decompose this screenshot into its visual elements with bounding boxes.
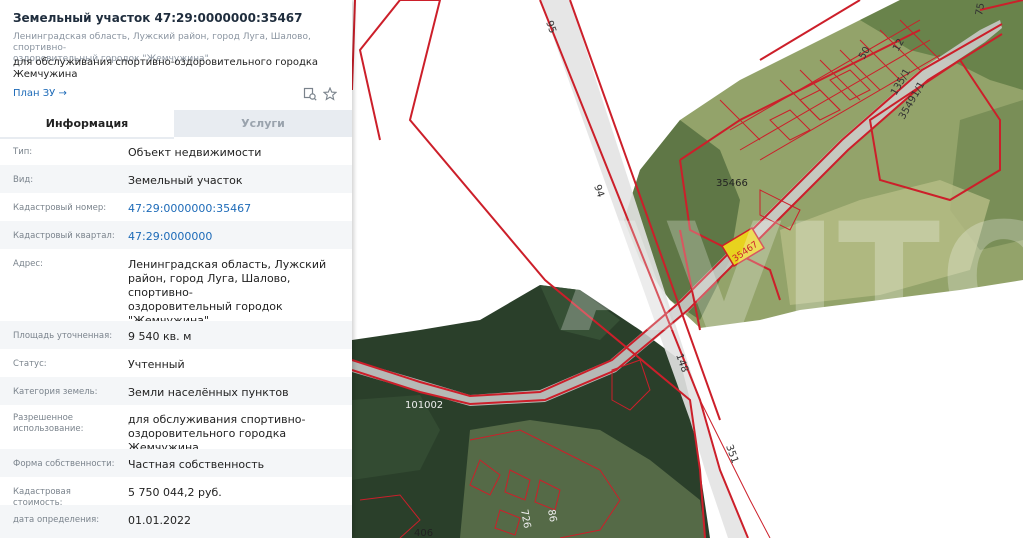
cadastral-quarter-link[interactable]: 47:29:0000000 (128, 230, 343, 244)
row-value: Ленинградская область, Лужский район, го… (128, 258, 343, 328)
info-row-ownership: Форма собственности: Частная собственнос… (0, 449, 352, 477)
purpose-line: для обслуживания спортивно-оздоровительн… (13, 57, 319, 68)
value-line: район, город Луга, Шалово, спортивно- (128, 272, 291, 299)
info-row-status: Статус: Учтенный (0, 349, 352, 377)
row-label: Разрешенное использование: (13, 413, 118, 435)
row-label: Тип: (13, 147, 33, 157)
value-line: для обслуживания спортивно- (128, 413, 306, 426)
row-label: Вид: (13, 175, 34, 185)
map-label-86: 86 (545, 509, 558, 523)
map-label-35466: 35466 (716, 178, 748, 189)
row-value: Учтенный (128, 358, 185, 371)
address-line: Ленинградская область, Лужский район, го… (13, 32, 311, 53)
info-row-cadastral-number: Кадастровый номер: 47:29:0000000:35467 (0, 193, 352, 221)
info-tabs: Информация Услуги (0, 110, 352, 139)
purpose-line: Жемчужина (13, 69, 78, 80)
row-label: Форма собственности: (13, 459, 115, 469)
info-row-type: Тип: Объект недвижимости (0, 137, 352, 165)
info-row-land-category: Категория земель: Земли населённых пункт… (0, 377, 352, 405)
row-label: Категория земель: (13, 387, 98, 397)
info-row-permitted-use: Разрешенное использование: для обслужива… (0, 405, 352, 454)
row-label: Кадастровый номер: (13, 203, 107, 213)
parcel-purpose: для обслуживания спортивно-оздоровительн… (13, 57, 333, 81)
row-value: 9 540 кв. м (128, 330, 192, 343)
copy-icon[interactable] (303, 87, 317, 101)
info-row-cadastral-quarter: Кадастровый квартал: 47:29:0000000 (0, 221, 352, 249)
row-value: 01.01.2022 (128, 514, 191, 527)
cadastral-number-link[interactable]: 47:29:0000000:35467 (128, 202, 343, 216)
info-row-area: Площадь уточненная: 9 540 кв. м (0, 321, 352, 349)
parcel-info-panel: Земельный участок 47:29:0000000:35467 Ле… (0, 0, 352, 538)
info-row-kind: Вид: Земельный участок (0, 165, 352, 193)
row-value: Земли населённых пунктов (128, 386, 289, 399)
map-label-101002: 101002 (405, 400, 443, 411)
info-row-cadastral-cost: Кадастровая стоимость: 5 750 044,2 руб. (0, 477, 352, 508)
map-label-75: 75 (974, 2, 987, 16)
label-line: использование: (13, 424, 84, 434)
info-row-address: Адрес: Ленинградская область, Лужский ра… (0, 249, 352, 327)
row-label: Площадь уточненная: (13, 331, 113, 341)
row-value: Земельный участок (128, 174, 243, 187)
row-label: Кадастровый квартал: (13, 231, 115, 241)
row-value: Частная собственность (128, 458, 265, 471)
value-line: оздоровительный городок (128, 300, 283, 313)
value-line: Ленинградская область, Лужский (128, 258, 327, 271)
row-label: Адрес: (13, 259, 43, 269)
row-label: дата определения: (13, 515, 100, 525)
tab-services[interactable]: Услуги (174, 110, 352, 137)
row-label: Статус: (13, 359, 47, 369)
tab-information[interactable]: Информация (0, 110, 174, 139)
info-row-valuation-date: дата определения: 01.01.2022 (0, 505, 352, 538)
row-value: Объект недвижимости (128, 146, 262, 159)
map-label-406: 406 (414, 528, 433, 538)
label-line: Разрешенное (13, 413, 74, 423)
parcel-title: Земельный участок 47:29:0000000:35467 (13, 11, 303, 25)
plan-zu-link[interactable]: План ЗУ → (13, 88, 67, 99)
star-icon[interactable] (323, 87, 337, 101)
row-value: 5 750 044,2 руб. (128, 486, 222, 499)
svg-text:AVITO: AVITO (560, 192, 1023, 366)
